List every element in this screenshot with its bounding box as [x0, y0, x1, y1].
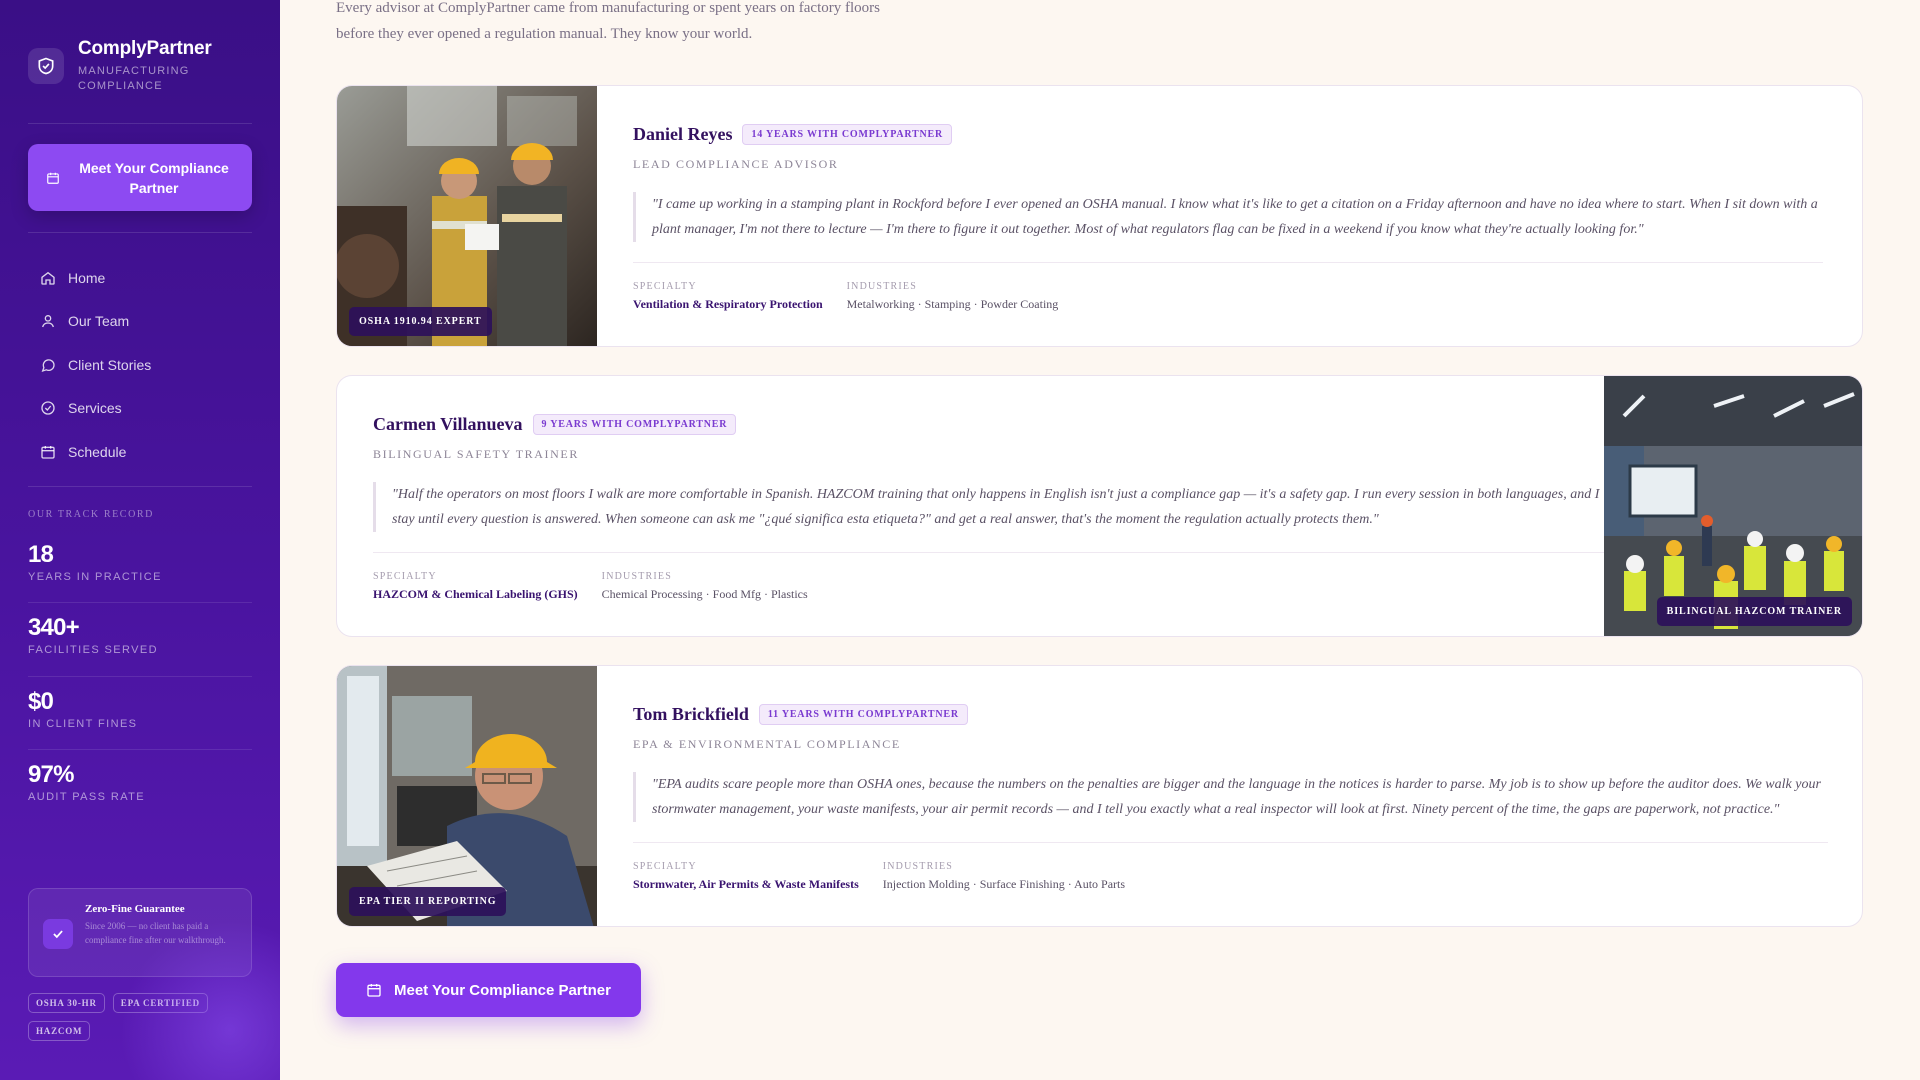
stat-fines: $0 IN CLIENT FINES — [28, 688, 252, 730]
sidebar-cta-label: Meet Your Compliance Partner — [79, 159, 229, 196]
zero-fine-guarantee: Zero-Fine Guarantee Since 2006 — no clie… — [28, 888, 252, 977]
advisor-quote: "EPA audits scare people more than OSHA … — [633, 772, 1828, 822]
industries-value: Injection Molding · Surface Finishing · … — [882, 877, 1126, 891]
advisor-meta: SPECIALTY Stormwater, Air Permits & Wast… — [633, 861, 1828, 892]
advisor-quote: "Half the operators on most floors I wal… — [373, 482, 1605, 532]
calendar-icon — [367, 984, 381, 997]
sidebar-nav: Home Our Team Client Stories Services Sc… — [40, 256, 151, 474]
specialty-value: HAZCOM & Chemical Labeling (GHS) — [373, 587, 578, 601]
stat-years: 18 YEARS IN PRACTICE — [28, 541, 252, 583]
meet-partner-label: Meet Your Compliance Partner — [393, 981, 611, 999]
team-intro: Every advisor at ComplyPartner came from… — [336, 0, 880, 42]
advisor-photo-badge: OSHA 1910.94 EXPERT — [349, 307, 492, 336]
advisor-name: Daniel Reyes — [633, 124, 733, 144]
stat-divider — [28, 749, 252, 750]
nav-label: Home — [68, 269, 106, 286]
guarantee-title: Zero-Fine Guarantee — [85, 903, 185, 915]
advisor-card-carmen-villanueva: Carmen Villanueva 9 YEARS WITH COMPLYPAR… — [336, 375, 1863, 637]
industries-value: Chemical Processing · Food Mfg · Plastic… — [601, 587, 808, 601]
advisor-role: EPA & ENVIRONMENTAL COMPLIANCE — [633, 737, 901, 751]
specialty-label: SPECIALTY — [633, 281, 697, 292]
advisor-content: Tom Brickfield 11 YEARS WITH COMPLYPARTN… — [633, 666, 1828, 892]
stat-value: 340+ — [28, 614, 80, 641]
specialty-label: SPECIALTY — [373, 571, 437, 582]
advisor-meta: SPECIALTY HAZCOM & Chemical Labeling (GH… — [373, 571, 1605, 602]
card-divider — [633, 262, 1823, 263]
advisor-content: Carmen Villanueva 9 YEARS WITH COMPLYPAR… — [373, 376, 1605, 602]
stat-label: YEARS IN PRACTICE — [28, 571, 162, 583]
chat-bubble-icon — [41, 359, 55, 372]
stat-label: AUDIT PASS RATE — [28, 791, 145, 803]
industries-value: Metalworking · Stamping · Powder Coating — [846, 297, 1059, 311]
advisor-photo-badge: BILINGUAL HAZCOM TRAINER — [1656, 597, 1852, 626]
brand[interactable]: ComplyPartner MANUFACTURING COMPLIANCE — [28, 38, 212, 94]
user-icon — [42, 315, 54, 328]
brand-subtitle: MANUFACTURING COMPLIANCE — [78, 65, 190, 92]
nav-label: Client Stories — [68, 356, 152, 373]
industries-label: INDUSTRIES — [882, 861, 954, 872]
calendar-icon — [41, 445, 55, 459]
check-icon — [43, 919, 73, 949]
card-divider — [633, 842, 1828, 843]
advisor-photo: EPA TIER II REPORTING — [337, 666, 597, 926]
nav-item-home[interactable]: Home — [40, 256, 151, 300]
stat-facilities: 340+ FACILITIES SERVED — [28, 614, 252, 656]
sidebar: ComplyPartner MANUFACTURING COMPLIANCE M… — [0, 0, 280, 1080]
advisor-photo-badge: EPA TIER II REPORTING — [349, 887, 507, 916]
tag-hazcom: HAZCOM — [28, 1021, 91, 1041]
specialty-value: Ventilation & Respiratory Protection — [633, 297, 823, 311]
track-record-title: OUR TRACK RECORD — [28, 509, 154, 520]
advisor-quote: "I came up working in a stamping plant i… — [633, 192, 1823, 242]
sidebar-cta-button[interactable]: Meet Your Compliance Partner — [28, 144, 252, 211]
years-badge: 11 YEARS WITH COMPLYPARTNER — [758, 704, 968, 725]
guarantee-text: Since 2006 — no client has paid a compli… — [85, 921, 226, 945]
industries-label: INDUSTRIES — [601, 571, 673, 582]
advisor-card-daniel-reyes: OSHA 1910.94 EXPERT Daniel Reyes 14 YEAR… — [336, 85, 1863, 347]
years-badge: 14 YEARS WITH COMPLYPARTNER — [742, 124, 953, 145]
nav-item-client-stories[interactable]: Client Stories — [40, 343, 151, 387]
nav-item-our-team[interactable]: Our Team — [40, 300, 151, 344]
sidebar-divider — [28, 486, 252, 487]
check-circle-icon — [41, 401, 55, 415]
advisor-role: BILINGUAL SAFETY TRAINER — [373, 447, 579, 461]
advisor-photo: BILINGUAL HAZCOM TRAINER — [1604, 376, 1862, 636]
nav-label: Services — [68, 400, 122, 417]
stat-value: $0 — [28, 688, 54, 715]
specialty-label: SPECIALTY — [633, 861, 697, 872]
advisor-card-tom-brickfield: EPA TIER II REPORTING Tom Brickfield 11 … — [336, 665, 1863, 927]
stat-label: FACILITIES SERVED — [28, 644, 158, 656]
certification-tags: OSHA 30-HR EPA CERTIFIED HAZCOM — [28, 993, 258, 1041]
industries-label: INDUSTRIES — [846, 281, 917, 292]
shield-logo-icon — [28, 48, 64, 84]
nav-item-services[interactable]: Services — [40, 387, 151, 431]
stat-audit: 97% AUDIT PASS RATE — [28, 761, 252, 803]
brand-name: ComplyPartner — [78, 38, 212, 59]
nav-item-schedule[interactable]: Schedule — [40, 430, 151, 474]
stat-value: 18 — [28, 541, 54, 568]
meet-partner-button[interactable]: Meet Your Compliance Partner — [336, 963, 641, 1017]
nav-label: Our Team — [68, 313, 130, 330]
stat-divider — [28, 602, 252, 603]
specialty-value: Stormwater, Air Permits & Waste Manifest… — [633, 877, 859, 891]
stat-value: 97% — [28, 761, 74, 788]
advisor-name: Carmen Villanueva — [373, 414, 523, 434]
stat-divider — [28, 676, 252, 677]
advisor-name: Tom Brickfield — [633, 704, 749, 724]
advisor-role: LEAD COMPLIANCE ADVISOR — [633, 157, 839, 171]
sidebar-divider — [28, 123, 252, 124]
nav-label: Schedule — [68, 443, 127, 460]
sidebar-divider — [28, 232, 252, 233]
calendar-icon — [47, 172, 59, 184]
tag-epa: EPA CERTIFIED — [112, 993, 208, 1013]
stat-label: IN CLIENT FINES — [28, 718, 138, 730]
years-badge: 9 YEARS WITH COMPLYPARTNER — [532, 414, 737, 435]
home-icon — [41, 271, 55, 285]
advisor-content: Daniel Reyes 14 YEARS WITH COMPLYPARTNER… — [633, 86, 1823, 312]
tag-osha: OSHA 30-HR — [28, 993, 105, 1013]
card-divider — [373, 552, 1605, 553]
advisor-photo: OSHA 1910.94 EXPERT — [337, 86, 597, 346]
advisor-meta: SPECIALTY Ventilation & Respiratory Prot… — [633, 281, 1823, 312]
